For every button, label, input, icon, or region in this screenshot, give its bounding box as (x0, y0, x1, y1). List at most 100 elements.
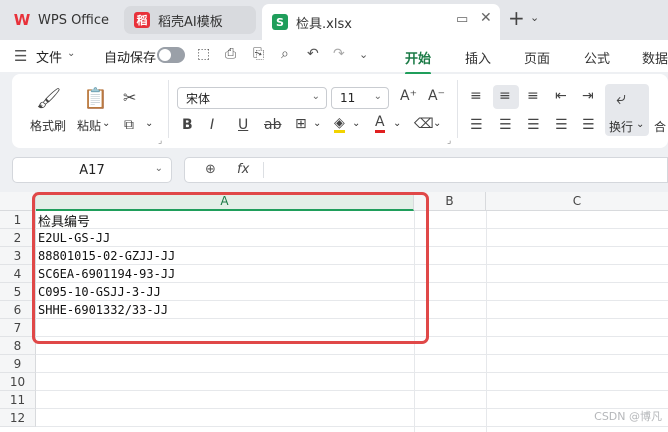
font-name-chevron-icon: ⌄ (311, 91, 320, 102)
row-header-9[interactable]: 9 (0, 355, 36, 373)
row-header-3[interactable]: 3 (0, 247, 36, 265)
wrap-text-icon[interactable]: ⤶ (616, 88, 626, 109)
row-gridline (36, 372, 668, 373)
redo-icon[interactable]: ↷ (333, 46, 345, 62)
tab-wps-label: WPS Office (38, 12, 110, 28)
merge-button[interactable]: 合 (654, 118, 666, 135)
copy-icon[interactable]: ⧉ (124, 117, 134, 133)
clear-format-icon[interactable]: ⌫ (414, 116, 434, 132)
strikethrough-icon[interactable]: ab (264, 117, 281, 133)
print-icon[interactable]: ⎘ (253, 46, 264, 62)
format-painter-icon[interactable]: 🖌 (36, 86, 61, 110)
autosave-toggle[interactable] (157, 47, 185, 63)
file-menu[interactable]: 文件 (36, 47, 62, 66)
tab-wps-office[interactable]: W WPS Office (4, 5, 116, 35)
new-tab-icon[interactable]: + (508, 6, 525, 30)
column-gridline (486, 211, 487, 432)
title-bar: W WPS Office 稻 稻壳AI模板 S 检具.xlsx ▭ ✕ + ⌄ (0, 0, 668, 40)
quick-access-chevron-icon[interactable]: ⌄ (359, 48, 368, 61)
font-size-select[interactable]: 11 ⌄ (331, 87, 389, 109)
tab-file[interactable]: S 检具.xlsx ▭ ✕ (262, 4, 500, 40)
ribbon-home (12, 74, 668, 148)
row-header-11[interactable]: 11 (0, 391, 36, 409)
font-name-value: 宋体 (186, 91, 211, 106)
zoom-formula-icon[interactable]: ⊕ (205, 162, 216, 177)
indent-increase-icon[interactable]: ⇥ (582, 88, 594, 104)
row-gridline (36, 426, 668, 427)
fill-color-chevron-icon[interactable]: ⌄ (352, 118, 360, 129)
clipboard-launcher-icon[interactable]: ⌟ (158, 136, 162, 146)
row-header-2[interactable]: 2 (0, 229, 36, 247)
distributed-icon[interactable]: ☰ (582, 117, 595, 133)
border-chevron-icon[interactable]: ⌄ (313, 118, 321, 129)
ribbon-tab-insert[interactable]: 插入 (465, 48, 491, 67)
ribbon-tab-formula[interactable]: 公式 (584, 48, 610, 67)
row-header-10[interactable]: 10 (0, 373, 36, 391)
italic-icon[interactable]: I (210, 117, 214, 133)
paste-icon[interactable]: 📋 (83, 86, 108, 110)
select-all-corner[interactable] (0, 192, 36, 211)
file-menu-chevron-icon[interactable]: ⌄ (67, 48, 75, 59)
underline-icon[interactable]: U (238, 117, 248, 133)
justify-icon[interactable]: ☰ (555, 117, 568, 133)
docer-logo-icon: 稻 (134, 12, 150, 28)
format-painter-button[interactable]: 格式刷 (30, 117, 66, 134)
cut-icon[interactable]: ✂ (123, 88, 136, 107)
name-box[interactable]: A17 ⌄ (12, 157, 172, 183)
font-size-chevron-icon: ⌄ (373, 91, 382, 102)
formula-divider (263, 162, 264, 178)
row-header-7[interactable]: 7 (0, 319, 36, 337)
row-header-4[interactable]: 4 (0, 265, 36, 283)
row-header-1[interactable]: 1 (0, 211, 36, 229)
tab-list-chevron-icon[interactable]: ⌄ (530, 11, 539, 24)
copy-chevron-icon[interactable]: ⌄ (145, 118, 153, 129)
row-gridline (36, 354, 668, 355)
ribbon-separator (457, 80, 458, 138)
font-color-chevron-icon[interactable]: ⌄ (393, 118, 401, 129)
tab-template-label: 稻壳AI模板 (158, 14, 223, 30)
align-bottom-icon[interactable]: ≡ (527, 88, 539, 104)
cloud-save-icon[interactable]: ⬚ (197, 46, 210, 62)
close-tab-icon[interactable]: ✕ (480, 10, 492, 26)
align-left-icon[interactable]: ☰ (470, 117, 483, 133)
clear-format-chevron-icon[interactable]: ⌄ (433, 118, 441, 129)
font-launcher-icon[interactable]: ⌟ (447, 136, 451, 146)
font-name-select[interactable]: 宋体 ⌄ (177, 87, 327, 109)
wrap-text-button[interactable]: 换行 (609, 118, 633, 135)
indent-decrease-icon[interactable]: ⇤ (555, 88, 567, 104)
fill-color-icon[interactable]: ◈ (334, 116, 345, 133)
tab-file-label: 检具.xlsx (296, 16, 352, 32)
export-pdf-icon[interactable]: ⎙ (225, 46, 236, 62)
name-box-chevron-icon: ⌄ (154, 163, 163, 174)
undo-icon[interactable]: ↶ (307, 46, 319, 62)
increase-font-icon[interactable]: A⁺ (400, 88, 417, 104)
column-header-c[interactable]: C (486, 192, 668, 211)
font-color-icon[interactable]: A (375, 115, 385, 133)
ribbon-tab-home[interactable]: 开始 (405, 48, 432, 75)
bold-icon[interactable]: B (182, 117, 193, 133)
align-right-icon[interactable]: ☰ (527, 117, 540, 133)
ribbon-tab-data[interactable]: 数据 (642, 48, 668, 67)
align-middle-icon[interactable]: ≡ (499, 88, 511, 104)
row-header-5[interactable]: 5 (0, 283, 36, 301)
ribbon-tab-page[interactable]: 页面 (524, 48, 550, 67)
border-icon[interactable]: ⊞ (295, 116, 307, 132)
decrease-font-icon[interactable]: A⁻ (428, 88, 445, 104)
row-header-8[interactable]: 8 (0, 337, 36, 355)
font-size-value: 11 (340, 91, 356, 105)
align-top-icon[interactable]: ≡ (470, 88, 482, 104)
row-header-12[interactable]: 12 (0, 409, 36, 427)
paste-button[interactable]: 粘贴 (77, 117, 101, 134)
function-fx-icon[interactable]: fx (237, 162, 249, 177)
print-preview-icon[interactable]: ⌕ (281, 46, 289, 62)
tab-template[interactable]: 稻 稻壳AI模板 (124, 6, 256, 34)
watermark: CSDN @博凡 (594, 410, 662, 423)
align-center-icon[interactable]: ☰ (499, 117, 512, 133)
ribbon-separator (168, 80, 169, 138)
menu-hamburger-icon[interactable]: ☰ (14, 47, 27, 65)
wrap-text-chevron-icon[interactable]: ⌄ (636, 119, 644, 130)
row-header-6[interactable]: 6 (0, 301, 36, 319)
paste-chevron-icon[interactable]: ⌄ (102, 118, 110, 129)
formula-input[interactable]: ⊕ fx (184, 157, 668, 183)
float-window-icon[interactable]: ▭ (456, 12, 468, 27)
